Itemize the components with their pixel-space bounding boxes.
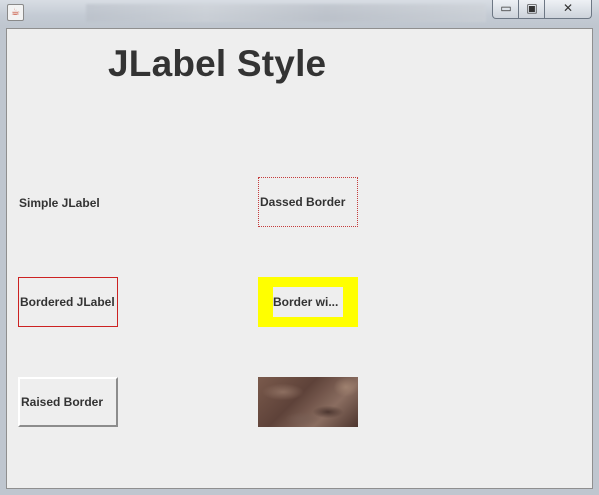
textured-image-label bbox=[258, 377, 358, 427]
maximize-button[interactable]: ▣ bbox=[518, 0, 546, 19]
title-bar: ☕ ▭ ▣ ✕ bbox=[0, 0, 599, 27]
matte-border-label-text: Border wi... bbox=[273, 287, 343, 317]
blurred-background-toolbar bbox=[86, 4, 486, 22]
bordered-label: Bordered JLabel bbox=[18, 277, 118, 327]
minimize-button[interactable]: ▭ bbox=[492, 0, 520, 19]
simple-label: Simple JLabel bbox=[19, 196, 100, 210]
raised-border-label: Raised Border bbox=[18, 377, 118, 427]
close-button[interactable]: ✕ bbox=[544, 0, 592, 19]
dashed-border-label: Dassed Border bbox=[258, 177, 358, 227]
matte-border-label: Border wi... bbox=[258, 277, 358, 327]
page-title: JLabel Style bbox=[108, 43, 327, 84]
java-icon[interactable]: ☕ bbox=[7, 4, 24, 21]
